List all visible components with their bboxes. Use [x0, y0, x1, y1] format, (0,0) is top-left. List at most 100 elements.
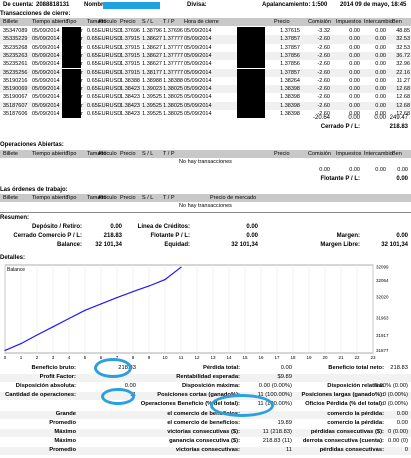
- stats-value: 0 (0.00%): [382, 392, 408, 399]
- closed-cell: 0.65: [87, 44, 98, 51]
- details-title: Detalles:: [0, 255, 26, 261]
- closed-cell: 05/09/2014: [184, 61, 212, 68]
- report-date: 2014 09 de mayo, 18:45: [340, 2, 407, 8]
- redaction-bar: [62, 76, 81, 86]
- balance-point: [20, 343, 22, 345]
- closed-cell: 35190216: [3, 77, 28, 84]
- closed-cell: 35335229: [3, 36, 28, 43]
- balance-point: [100, 303, 102, 305]
- closed-col-2: Tipo: [66, 19, 77, 25]
- closed-cell: 05/09/2014: [32, 28, 60, 34]
- summary-floating-label: Flotante P / L:: [150, 233, 190, 239]
- closed-cell: 0.00: [375, 52, 386, 59]
- closed-cell: 32.53: [396, 36, 410, 43]
- closed-col-1: Tiempo abierto: [32, 19, 69, 25]
- closed-cell: EURUSD: [98, 86, 122, 93]
- closed-col-9: Precio: [274, 19, 290, 25]
- open-totals-row: 0.00 0.00 0.00 0.00: [0, 167, 411, 175]
- x-tick-label: 1: [20, 355, 23, 360]
- total-commission: -20.64: [312, 115, 330, 121]
- x-tick-label: 17: [274, 355, 280, 360]
- closed-cell: 0.00: [349, 44, 360, 51]
- closed-cell: 0.00: [349, 52, 360, 59]
- equity-value: 32 101,34: [231, 242, 258, 248]
- stats-label: Máximo: [54, 428, 76, 435]
- account-label: De cuenta:: [3, 2, 34, 8]
- closed-cell: 05/09/2014: [184, 86, 212, 93]
- closed-row: 3523526305/09/2014vender0.65EURUSD1.3791…: [0, 51, 411, 61]
- closed-cell: 1.37856: [280, 52, 300, 59]
- closed-cell: 1.38264: [280, 77, 300, 84]
- closed-pl-label: Cerrado P / L:: [320, 124, 360, 130]
- orders-empty: No hay transacciones: [179, 203, 232, 209]
- closed-pl-value: 218.83: [389, 124, 408, 130]
- balance-point: [132, 290, 134, 293]
- x-tick-label: 16: [258, 355, 264, 360]
- closed-cell: 0.00: [375, 86, 386, 93]
- orders-col-0: Billete: [3, 195, 18, 201]
- closed-cell: 0.00: [349, 102, 360, 109]
- closed-cell: 1.38388: [163, 77, 183, 84]
- closed-cell: -2.60: [317, 69, 330, 76]
- closed-cell: 05/09/2014: [32, 86, 60, 93]
- closed-cell: 0.65: [87, 102, 98, 109]
- closed-cell: 0.00: [349, 77, 360, 84]
- closed-cell: 12.68: [396, 102, 410, 109]
- closed-row: 3519006705/09/2014vender0.65EURUSD1.3842…: [0, 93, 411, 102]
- closed-cell: -2.60: [317, 86, 330, 93]
- redaction-bar: [62, 51, 81, 61]
- closed-cell: 05/09/2014: [184, 36, 212, 43]
- floating-pl-value: 0.00: [396, 176, 408, 182]
- stats-row: Grande el comercio de beneficios: comercio…: [0, 410, 411, 419]
- closed-col-12: Intercambio: [364, 19, 393, 25]
- closed-cell: 0.00: [349, 94, 360, 101]
- open-title: Operaciones Abiertas:: [0, 142, 64, 148]
- closed-cell: 35235263: [3, 52, 28, 59]
- closed-cell: 05/09/2014: [32, 102, 60, 109]
- closed-row: 3523526105/09/2014vender0.65EURUSD1.3791…: [0, 60, 411, 69]
- closed-cell: 05/09/2014: [32, 52, 60, 59]
- open-col-12: Intercambio: [364, 151, 393, 157]
- closed-trade-value: 218.83: [103, 233, 122, 239]
- open-total-commission: 0.00: [319, 167, 330, 173]
- closed-cell: 35190067: [3, 94, 28, 101]
- closed-cell: 0.00: [349, 86, 360, 93]
- closed-cell: 05/09/2014: [184, 69, 212, 76]
- closed-cell: 1.37915: [120, 44, 140, 51]
- open-col-6: S / L: [142, 151, 154, 157]
- x-tick-label: 19: [306, 355, 312, 360]
- orders-header-row: Billete Tiempo abierto Tipo Tamaño Artículo P…: [0, 194, 411, 202]
- closed-cell: 1.38388: [120, 77, 140, 84]
- stats-value: 0.00 (0): [388, 437, 408, 444]
- closed-cell: 1.39525: [142, 102, 162, 109]
- highlight-trade-count: [101, 388, 135, 405]
- closed-cell: 1.39525: [142, 94, 162, 101]
- stats-value: $9.89: [277, 374, 292, 381]
- stats-label: el comercio de beneficios:: [167, 419, 240, 426]
- closed-cell: EURUSD: [98, 28, 122, 34]
- stats-row: Promedio el comercio de beneficios: 19.89 c…: [0, 420, 411, 428]
- leverage: Apalancamiento: 1:500: [262, 2, 328, 8]
- y-tick-label: 32064: [376, 278, 389, 283]
- open-total-taxes: 0.00: [349, 167, 360, 173]
- stats-value: 0.00: [396, 410, 408, 417]
- x-tick-label: 10: [162, 355, 168, 360]
- summary-floating-value: 0.00: [246, 233, 258, 239]
- closed-cell: 1.38627: [142, 61, 162, 68]
- free-margin-value: 32 101,34: [381, 242, 408, 248]
- closed-cell: 1.38796: [142, 28, 162, 34]
- closed-cell: 05/09/2014: [32, 44, 60, 51]
- stats-label: Promedio: [49, 419, 76, 426]
- stats-value: 0.00: [396, 419, 408, 426]
- stats-value: 0.00% (0.00): [374, 383, 408, 390]
- x-tick-label: 22: [354, 355, 360, 360]
- highlight-gross-profit: [94, 358, 132, 378]
- closed-cell: 1.38398: [280, 94, 300, 101]
- orders-col-7: T / P: [163, 195, 175, 201]
- open-col-0: Billete: [3, 151, 18, 157]
- name-redaction: [103, 2, 160, 9]
- closed-cell: 0.65: [87, 69, 98, 76]
- balance-point: [180, 266, 182, 268]
- closed-header-row: Billete Tiempo abierto Tipo Tamaño Artículo P…: [0, 18, 411, 26]
- closed-cell: 0.65: [87, 61, 98, 68]
